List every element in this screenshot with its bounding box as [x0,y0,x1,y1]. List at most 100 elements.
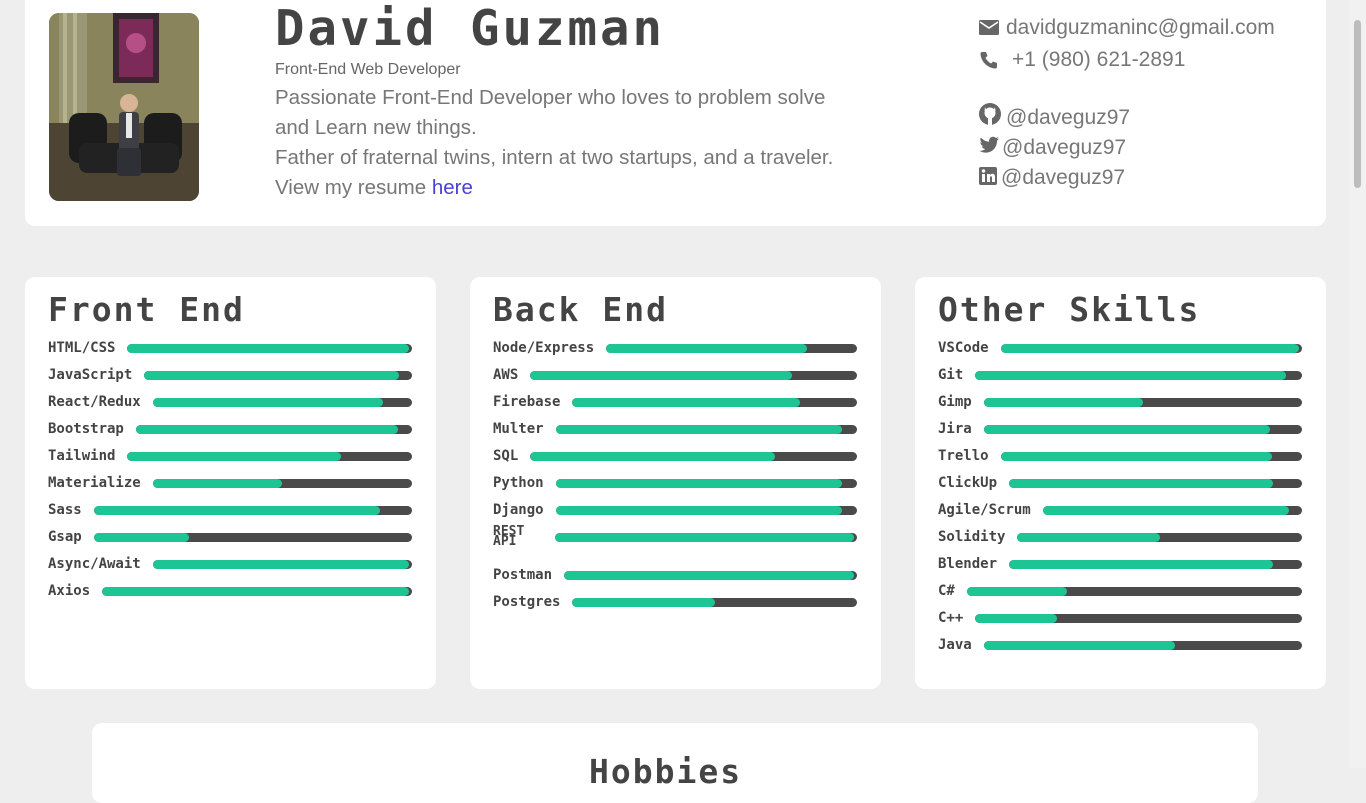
skill-progress-fill [572,397,801,407]
skill-label: Django [493,502,544,518]
skill-row: ClickUp [938,475,1302,491]
skill-row: Bootstrap [48,421,412,437]
skill-row: Solidity [938,529,1302,545]
skill-progress-bar [127,343,412,353]
skill-label: C++ [938,610,964,626]
skill-label: Axios [48,583,91,599]
skill-row: Agile/Scrum [938,502,1302,518]
skill-progress-bar [555,505,857,515]
skill-progress-fill [555,424,842,434]
skill-progress-fill [555,478,842,488]
skill-progress-fill [1009,478,1273,488]
skill-label: Node/Express [493,340,595,356]
skill-progress-bar [975,370,1302,380]
skill-progress-bar [127,451,412,461]
skill-label: Postgres [493,594,561,610]
skill-row: Node/Express [493,340,857,356]
resume-prefix: View my resume [275,176,427,199]
skill-label: Async/Await [48,556,141,572]
front-end-title: Front End [48,290,245,329]
skill-progress-bar [975,613,1302,623]
skill-progress-fill [152,397,384,407]
skill-progress-bar [983,424,1302,434]
skill-progress-bar [93,532,412,542]
skill-row: Materialize [48,475,412,491]
skill-row: C# [938,583,1302,599]
skill-progress-bar [555,478,857,488]
skill-label: Tailwind [48,448,116,464]
skill-progress-fill [102,586,409,596]
skill-row: Async/Await [48,556,412,572]
skill-progress-bar [530,370,857,380]
back-end-title: Back End [493,290,668,329]
skill-row: Gimp [938,394,1302,410]
skill-progress-bar [1042,505,1302,515]
skill-progress-fill [1000,343,1299,353]
skill-label: Agile/Scrum [938,502,1031,518]
skill-label: Postman [493,567,553,583]
skill-label: VSCode [938,340,989,356]
skill-progress-fill [1009,559,1273,569]
github-link[interactable]: @daveguz97 [978,98,1130,130]
linkedin-icon [979,167,997,185]
skill-progress-bar [1009,478,1302,488]
phone-contact[interactable]: +1 (980) 621-2891 [978,48,1185,72]
skill-row: Postgres [493,594,857,610]
skill-progress-fill [966,586,1068,596]
skill-progress-bar [1000,343,1302,353]
skill-row: Java [938,637,1302,653]
email-contact[interactable]: davidguzmaninc@gmail.com [978,16,1275,40]
twitter-link[interactable]: @daveguz97 [978,130,1126,160]
phone-icon [980,52,997,69]
skill-progress-bar [555,424,857,434]
skill-progress-fill [983,397,1143,407]
email-text: davidguzmaninc@gmail.com [1006,16,1275,39]
skill-row: Tailwind [48,448,412,464]
skill-row: Blender [938,556,1302,572]
skill-progress-bar [572,397,857,407]
skill-row: REST API [493,525,857,548]
front-end-skills-card: Front End HTML/CSS JavaScript React/Redux B… [25,277,436,689]
skill-label: Blender [938,556,998,572]
skill-label: Python [493,475,544,491]
hobbies-card: Hobbies [92,723,1258,803]
mail-icon [979,20,999,35]
skill-label: ClickUp [938,475,998,491]
skill-row: React/Redux [48,394,412,410]
skill-label: Materialize [48,475,141,491]
bio-line: Father of fraternal twins, intern at two… [275,146,834,169]
skill-progress-fill [144,370,399,380]
github-icon [979,103,1001,125]
skill-row: Axios [48,583,412,599]
skill-progress-bar [152,397,412,407]
skill-progress-bar [606,343,857,353]
skill-label: SQL [493,448,519,464]
skill-progress-bar [152,559,412,569]
back-end-skills-card: Back End Node/Express AWS Firebase Multer SQ… [470,277,881,689]
resume-link[interactable]: here [432,176,473,199]
skill-row: Sass [48,502,412,518]
skill-row: Postman [493,567,857,583]
skill-progress-fill [127,451,341,461]
avatar [49,13,199,201]
skill-progress-fill [975,613,1057,623]
skill-progress-bar [152,478,412,488]
skill-progress-bar [1000,451,1302,461]
skill-progress-bar [530,451,857,461]
job-title: Front-End Web Developer [275,61,461,78]
skill-progress-bar [564,570,857,580]
skill-row: VSCode [938,340,1302,356]
skill-progress-fill [1017,532,1160,542]
skill-progress-bar [555,532,857,542]
scrollbar-thumb[interactable] [1354,20,1361,188]
github-handle: @daveguz97 [1006,106,1131,129]
skill-label: Firebase [493,394,561,410]
skill-label: Sass [48,502,82,518]
skill-progress-bar [572,597,857,607]
skill-progress-bar [93,505,412,515]
linkedin-handle: @daveguz97 [1001,166,1126,189]
skill-row: Multer [493,421,857,437]
skill-label: Gsap [48,529,82,545]
vertical-scrollbar[interactable] [1349,0,1366,768]
linkedin-link[interactable]: @daveguz97 [978,162,1125,190]
